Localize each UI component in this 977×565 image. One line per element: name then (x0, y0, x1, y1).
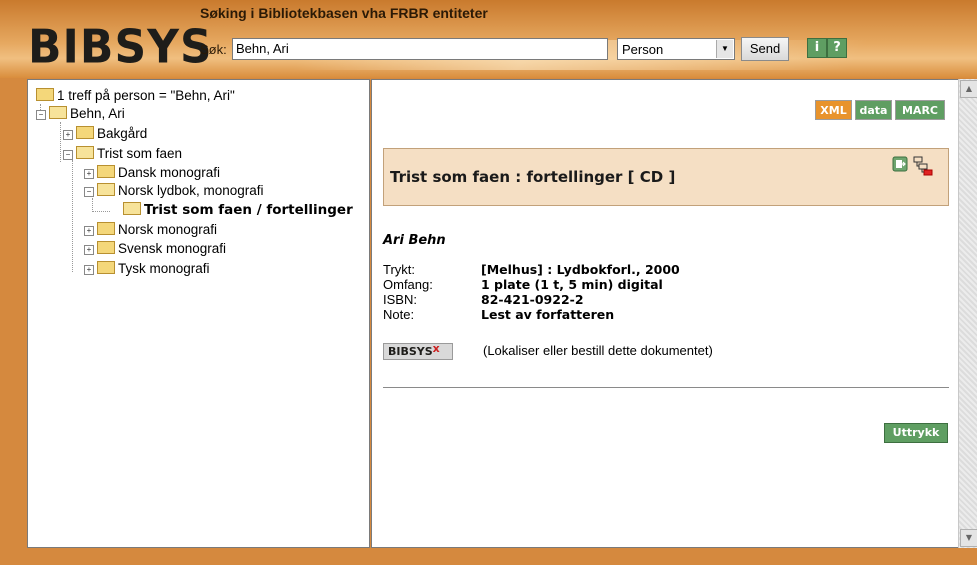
tree-item-selected[interactable]: Trist som faen / fortellinger (123, 201, 353, 219)
xml-button[interactable]: XML (815, 100, 852, 120)
lokaliser-text: (Lokaliser eller bestill dette dokumente… (483, 343, 713, 358)
folder-open-icon (49, 106, 67, 119)
search-input[interactable]: Behn, Ari (232, 38, 608, 60)
dropdown-arrow-icon[interactable]: ▼ (716, 40, 733, 58)
field-label-note: Note: (383, 307, 415, 322)
collapse-icon[interactable]: − (63, 150, 73, 160)
send-button[interactable]: Send (741, 37, 789, 61)
folder-icon (97, 241, 115, 254)
tree-item-bakgard[interactable]: + Bakgård (63, 125, 147, 143)
bibsys-logo: BIBSYS (28, 20, 213, 75)
field-value-isbn: 82-421-0922-2 (481, 292, 584, 307)
field-label-isbn: ISBN: (383, 292, 417, 307)
field-label-trykt: Trykt: (383, 262, 416, 277)
folder-open-icon (123, 202, 141, 215)
folder-icon (97, 165, 115, 178)
uttrykk-button[interactable]: Uttrykk (884, 423, 948, 443)
expand-icon[interactable]: + (84, 226, 94, 236)
folder-open-icon (97, 183, 115, 196)
tree-item-dansk[interactable]: + Dansk monografi (84, 164, 220, 182)
tree-item-tysk[interactable]: + Tysk monografi (84, 260, 210, 278)
record-author: Ari Behn (383, 233, 446, 248)
data-button[interactable]: data (855, 100, 892, 120)
field-value-trykt: [Melhus] : Lydbokforl., 2000 (481, 262, 680, 277)
folder-icon (36, 88, 54, 101)
folder-icon (97, 222, 115, 235)
scrollbar[interactable]: ▲ ▼ (958, 79, 977, 548)
tree-item-norsk-monografi[interactable]: + Norsk monografi (84, 221, 217, 239)
collapse-icon[interactable]: − (36, 110, 46, 120)
help-icon[interactable]: ? (827, 38, 847, 58)
expand-icon[interactable]: + (84, 265, 94, 275)
folder-icon (97, 261, 115, 274)
folder-icon (76, 126, 94, 139)
collapse-icon[interactable]: − (84, 187, 94, 197)
frbr-tree-icon[interactable] (913, 156, 933, 176)
search-label: Søk: (200, 42, 227, 57)
close-icon: x (432, 342, 440, 355)
expand-icon[interactable]: + (84, 245, 94, 255)
tree-line (92, 198, 93, 212)
info-icon[interactable]: i (807, 38, 827, 58)
tree-root: 1 treff på person = "Behn, Ari" (36, 87, 235, 105)
page-heading: Søking i Bibliotekbasen vha FRBR entitet… (200, 5, 488, 21)
folder-open-icon (76, 146, 94, 159)
bibsys-locate-button[interactable]: BIBSYSx (383, 342, 453, 360)
tree-line (92, 211, 110, 212)
scroll-down-icon[interactable]: ▼ (960, 529, 977, 547)
tree-item-trist[interactable]: − Trist som faen (63, 145, 182, 163)
field-value-note: Lest av forfatteren (481, 307, 615, 322)
tree-line (60, 122, 61, 162)
field-label-omfang: Omfang: (383, 277, 433, 292)
scroll-up-icon[interactable]: ▲ (960, 80, 977, 98)
search-type-select[interactable]: Person ▼ (617, 38, 735, 60)
marc-button[interactable]: MARC (895, 100, 945, 120)
expand-icon[interactable]: + (84, 169, 94, 179)
tree-item-norsk-lydbok[interactable]: − Norsk lydbok, monografi (84, 182, 264, 200)
tree-line (72, 160, 73, 272)
record-title: Trist som faen : fortellinger [ CD ] (390, 168, 676, 186)
field-value-omfang: 1 plate (1 t, 5 min) digital (481, 277, 663, 292)
export-icon[interactable] (892, 156, 908, 172)
search-type-value: Person (622, 42, 664, 57)
expand-icon[interactable]: + (63, 130, 73, 140)
divider (383, 387, 949, 388)
tree-item-svensk[interactable]: + Svensk monografi (84, 240, 226, 258)
tree-item-person[interactable]: − Behn, Ari (36, 105, 125, 123)
